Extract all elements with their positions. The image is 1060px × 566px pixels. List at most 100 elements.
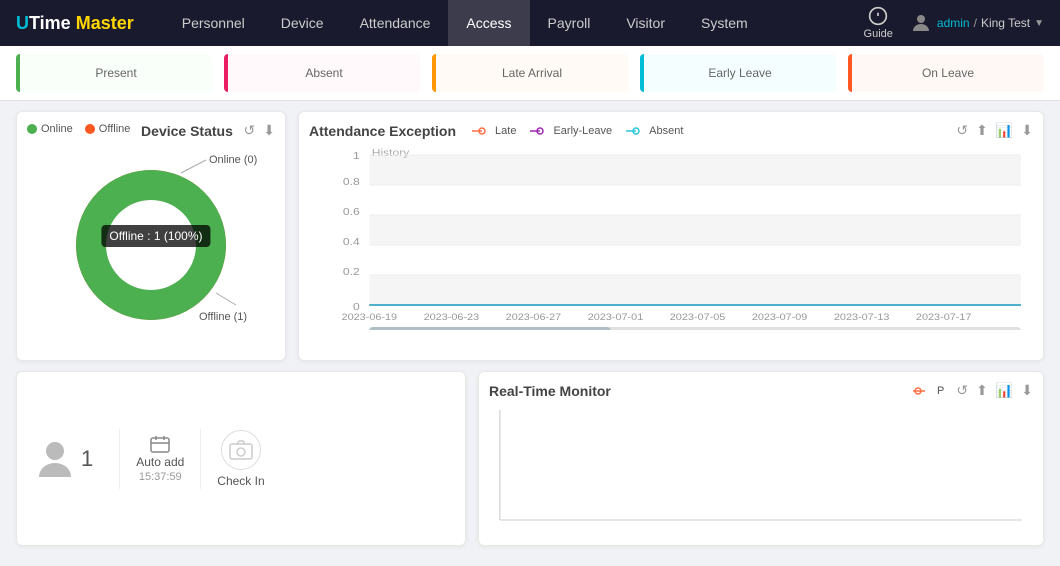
checkin-label: Check In <box>217 474 264 488</box>
attendance-chart-svg: 0 0.2 0.4 0.6 0.8 1 History <box>309 145 1033 330</box>
nav-access[interactable]: Access <box>448 0 529 46</box>
status-card-early[interactable]: Early Leave <box>640 54 836 92</box>
user-company: King Test <box>981 16 1030 30</box>
device-legend: Online Offline <box>27 123 130 135</box>
early-leave-legend-label: Early-Leave <box>553 125 612 137</box>
logo: UTime Master <box>16 13 134 34</box>
device-status-title: Device Status <box>141 123 233 139</box>
attendance-legend: Late Early-Leave Absen <box>472 125 683 137</box>
y-label-1: 1 <box>353 151 360 162</box>
late-legend-icon <box>472 127 492 135</box>
offline-dot <box>85 124 95 134</box>
guide-label: Guide <box>864 28 893 40</box>
nav-system[interactable]: System <box>683 0 766 46</box>
x-label-7: 2023-07-17 <box>916 313 972 323</box>
user-name: admin <box>937 16 970 30</box>
device-status-actions: ↺ ⬇ <box>244 122 275 139</box>
x-label-3: 2023-07-01 <box>588 313 644 323</box>
attendance-exception-panel: Attendance Exception Late Early-Leave <box>298 111 1044 361</box>
realtime-header: Real-Time Monitor P ↺ ⬆ 📊 ⬇ <box>489 382 1033 399</box>
x-label-5: 2023-07-09 <box>752 313 808 323</box>
status-card-absent[interactable]: Absent <box>224 54 420 92</box>
guide-button[interactable]: Guide <box>864 6 893 40</box>
checkin-section: Check In <box>217 430 264 488</box>
early-label: Early Leave <box>708 66 771 80</box>
realtime-monitor-panel: Real-Time Monitor P ↺ ⬆ 📊 ⬇ <box>478 371 1044 546</box>
x-label-2: 2023-06-27 <box>506 313 562 323</box>
early-leave-legend-icon <box>530 127 550 135</box>
online-legend-label: Online <box>41 123 73 135</box>
logo-u: U <box>16 13 29 33</box>
x-label-4: 2023-07-05 <box>670 313 726 323</box>
y-label-06: 0.6 <box>343 207 360 218</box>
realtime-download-button[interactable]: ⬇ <box>1021 382 1033 399</box>
y-label-04: 0.4 <box>343 237 360 248</box>
y-label-08: 0.8 <box>343 177 360 188</box>
user-info[interactable]: admin / King Test ▼ <box>909 11 1044 35</box>
band-2 <box>369 215 1021 245</box>
present-label: Present <box>95 66 136 80</box>
history-label: History <box>372 148 410 159</box>
offline-label-text: Offline (1) <box>199 311 247 323</box>
device-refresh-button[interactable]: ↺ <box>244 122 256 139</box>
x-label-1: 2023-06-23 <box>424 313 480 323</box>
absent-legend-label: Absent <box>649 125 683 137</box>
divider-1 <box>119 429 120 489</box>
camera-svg <box>229 440 253 460</box>
realtime-legend: P <box>913 385 944 397</box>
attendance-download-button[interactable]: ⬇ <box>1021 122 1033 139</box>
row1: Online Offline Device Status ↺ ⬇ <box>16 111 1044 361</box>
logo-master: Master <box>76 13 134 33</box>
row2: 1 Auto add 15:37:59 <box>16 371 1044 546</box>
offline-label-line <box>216 293 236 305</box>
nav-payroll[interactable]: Payroll <box>530 0 609 46</box>
x-label-0: 2023-06-19 <box>342 313 398 323</box>
scrollbar-thumb[interactable] <box>369 327 610 330</box>
realtime-upload-button[interactable]: ⬆ <box>976 382 988 399</box>
nav-personnel[interactable]: Personnel <box>164 0 263 46</box>
attendance-chart-area: 0 0.2 0.4 0.6 0.8 1 History <box>309 145 1033 330</box>
realtime-chart-button[interactable]: 📊 <box>996 382 1013 399</box>
online-dot <box>27 124 37 134</box>
status-card-present[interactable]: Present <box>16 54 212 92</box>
auto-add-section: Auto add 15:37:59 <box>136 435 184 483</box>
realtime-legend-label: P <box>937 385 944 397</box>
main-content: Online Offline Device Status ↺ ⬇ <box>0 101 1060 566</box>
header: UTime Master Personnel Device Attendance… <box>0 0 1060 46</box>
nav-device[interactable]: Device <box>263 0 342 46</box>
donut-chart: Online (0) Offline (1) <box>51 145 251 335</box>
divider-2 <box>200 429 201 489</box>
status-card-onleave[interactable]: On Leave <box>848 54 1044 92</box>
auto-add-time: 15:37:59 <box>139 471 182 483</box>
late-legend-label: Late <box>495 125 516 137</box>
status-card-late[interactable]: Late Arrival <box>432 54 628 92</box>
device-status-header: Online Offline Device Status ↺ ⬇ <box>27 122 275 139</box>
realtime-chart-area <box>489 405 1033 535</box>
logo-time: Time <box>29 13 71 33</box>
user-count-section: 1 <box>27 439 103 479</box>
attendance-upload-button[interactable]: ⬆ <box>976 122 988 139</box>
realtime-chart-svg <box>489 405 1033 535</box>
legend-late: Late <box>472 125 516 137</box>
legend-absent: Absent <box>626 125 683 137</box>
late-label: Late Arrival <box>502 66 562 80</box>
online-label-text: Online (0) <box>209 154 257 166</box>
realtime-title: Real-Time Monitor <box>489 383 611 399</box>
attendance-actions: ↺ ⬆ 📊 ⬇ <box>956 122 1033 139</box>
nav-visitor[interactable]: Visitor <box>608 0 683 46</box>
realtime-refresh-button[interactable]: ↺ <box>956 382 968 399</box>
nav: Personnel Device Attendance Access Payro… <box>164 0 864 46</box>
absent-legend-icon <box>626 127 646 135</box>
attendance-refresh-button[interactable]: ↺ <box>956 122 968 139</box>
realtime-legend-icon <box>913 387 933 395</box>
band-3 <box>369 275 1021 305</box>
nav-attendance[interactable]: Attendance <box>342 0 449 46</box>
user-separator: / <box>974 16 977 30</box>
status-row: Present Absent Late Arrival Early Leave … <box>0 46 1060 101</box>
camera-icon <box>221 430 261 470</box>
device-status-panel: Online Offline Device Status ↺ ⬇ <box>16 111 286 361</box>
attendance-header: Attendance Exception Late Early-Leave <box>309 122 1033 139</box>
band-1 <box>369 155 1021 185</box>
attendance-chart-button[interactable]: 📊 <box>996 122 1013 139</box>
device-download-button[interactable]: ⬇ <box>263 122 275 139</box>
